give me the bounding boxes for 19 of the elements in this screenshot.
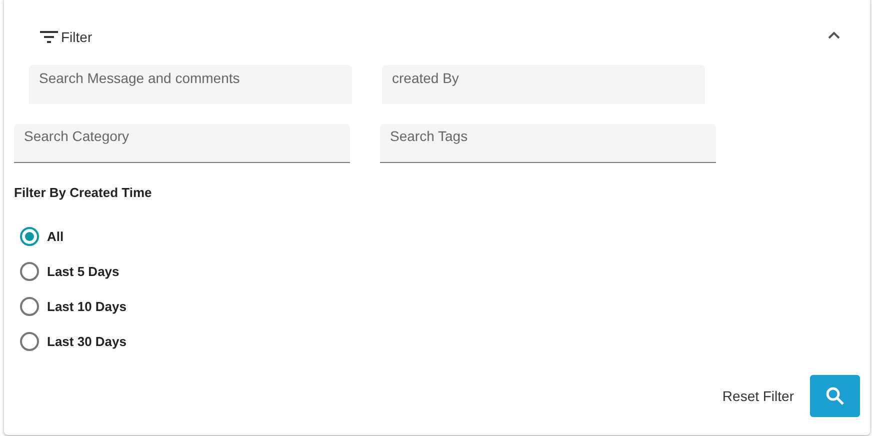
radio-label[interactable]: Last 30 Days: [47, 334, 126, 348]
search-field[interactable]: Search Category: [14, 124, 350, 163]
radio-button[interactable]: [20, 332, 39, 350]
reset-filter-button[interactable]: Reset Filter: [722, 384, 794, 408]
chevron-icon[interactable]: [828, 31, 840, 39]
search-field[interactable]: created By: [382, 65, 705, 104]
search-icon: [825, 386, 845, 406]
radio-button[interactable]: [20, 296, 39, 316]
panel-title: Filter: [61, 29, 92, 45]
radio-button[interactable]: [20, 262, 39, 280]
section-heading: Filter By Created Time: [14, 185, 153, 200]
radio-label[interactable]: Last 10 Days: [47, 298, 126, 314]
search-field[interactable]: Search Tags: [380, 124, 716, 163]
search-field[interactable]: Search Message and comments: [29, 65, 352, 104]
radio-label[interactable]: All: [47, 228, 64, 244]
radio-label[interactable]: Last 5 Days: [47, 264, 120, 278]
radio-button[interactable]: [20, 226, 39, 246]
search-button[interactable]: [810, 375, 860, 417]
filter-icon: [40, 30, 58, 44]
